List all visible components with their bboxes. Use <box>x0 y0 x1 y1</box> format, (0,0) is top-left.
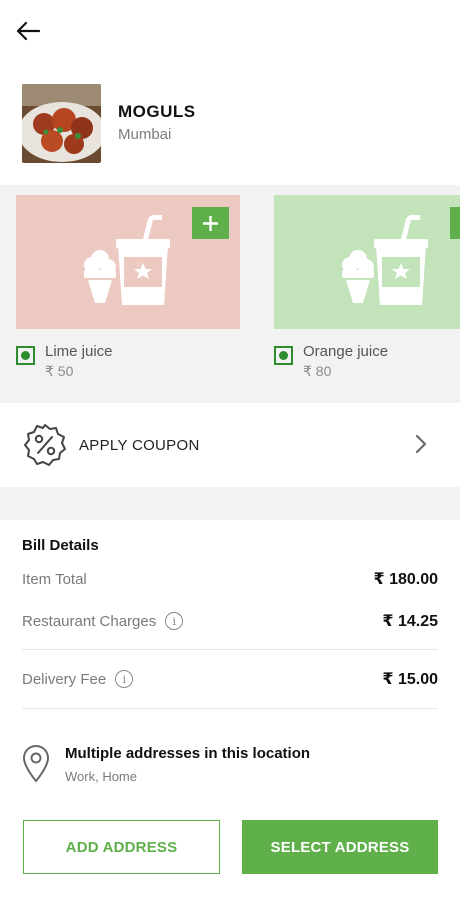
bill-row-delivery-fee: Delivery Fee i ₹ 15.00 <box>22 669 438 689</box>
bill-row-restaurant-charges: Restaurant Charges i ₹ 14.25 <box>22 611 438 631</box>
recommendation-name: Lime juice <box>45 343 113 360</box>
bill-row-value: ₹ 180.00 <box>373 571 438 588</box>
add-address-button[interactable]: ADD ADDRESS <box>23 820 220 874</box>
bill-row-item-total: Item Total ₹ 180.00 <box>22 569 438 589</box>
drink-and-icecream-icon <box>84 214 170 305</box>
restaurant-name: MOGULS <box>118 102 196 121</box>
chevron-right-icon <box>416 435 426 453</box>
recommendation-price: ₹ 80 <box>303 363 332 379</box>
location-pin-icon <box>22 744 50 783</box>
select-address-button[interactable]: SELECT ADDRESS <box>242 820 438 874</box>
add-button[interactable] <box>192 207 229 239</box>
bill-row-label: Restaurant Charges <box>22 612 157 630</box>
address-title: Multiple addresses in this location <box>65 745 311 762</box>
restaurant-image <box>22 84 101 163</box>
recommendations-carousel[interactable]: Lime juice ₹ 50 Orange juice ₹ 80 <box>0 185 460 403</box>
address-info: Multiple addresses in this location Work… <box>22 744 310 784</box>
recommendation-image <box>274 195 460 329</box>
recommendation-price: ₹ 50 <box>45 363 74 379</box>
recommendation-card[interactable]: Lime juice ₹ 50 <box>16 195 240 380</box>
drink-and-icecream-icon <box>342 214 428 305</box>
divider <box>22 649 438 650</box>
bill-row-label: Delivery Fee <box>22 670 107 688</box>
bill-details: Bill Details Item Total ₹ 180.00 Restaur… <box>22 537 438 709</box>
veg-indicator-icon <box>16 346 35 365</box>
address-subtitle: Work, Home <box>65 769 137 784</box>
recommendation-image <box>16 195 240 329</box>
recommendation-card[interactable]: Orange juice ₹ 80 <box>274 195 460 380</box>
restaurant-header: MOGULS Mumbai <box>22 84 196 163</box>
bill-row-value: ₹ 15.00 <box>382 671 438 688</box>
info-icon[interactable]: i <box>115 670 134 688</box>
bill-row-label: Item Total <box>22 570 87 588</box>
divider <box>22 708 438 709</box>
plus-icon <box>203 215 218 231</box>
apply-coupon-label: APPLY COUPON <box>79 436 200 454</box>
restaurant-city: Mumbai <box>118 126 172 143</box>
bill-row-value: ₹ 14.25 <box>382 613 438 630</box>
info-icon[interactable]: i <box>165 612 184 630</box>
add-button[interactable] <box>450 207 460 239</box>
veg-indicator-icon <box>274 346 293 365</box>
arrow-left-icon <box>16 21 40 41</box>
discount-badge-icon <box>24 424 66 466</box>
apply-coupon-row[interactable]: APPLY COUPON <box>0 403 460 487</box>
section-divider <box>0 487 460 520</box>
back-button[interactable] <box>14 18 42 44</box>
bill-title: Bill Details <box>22 537 99 554</box>
recommendation-name: Orange juice <box>303 343 389 360</box>
